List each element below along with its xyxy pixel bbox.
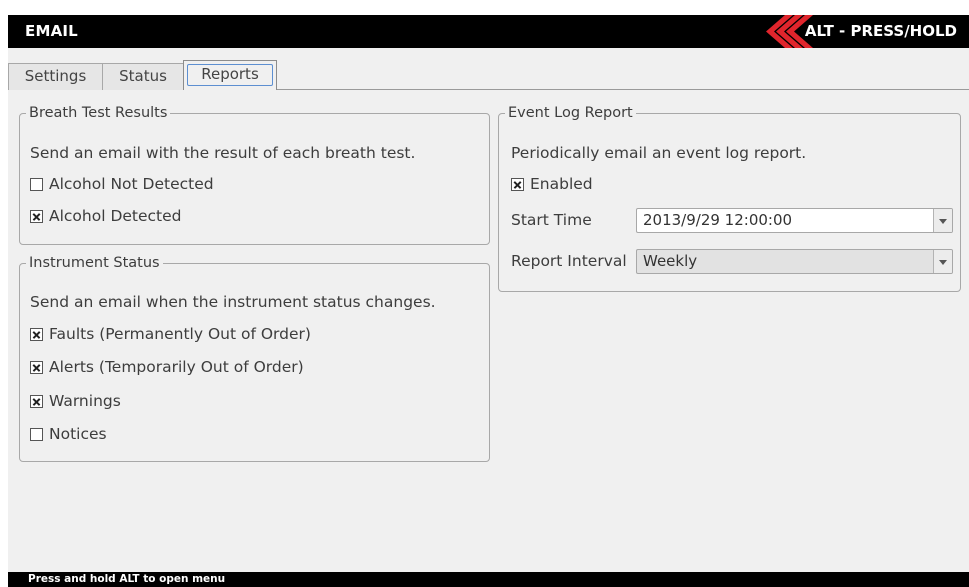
faults-checkbox[interactable]: Faults (Permanently Out of Order) xyxy=(30,325,311,343)
enabled-label: Enabled xyxy=(530,175,593,193)
alt-press-hold-hint[interactable]: ALT - PRESS/HOLD xyxy=(805,22,957,40)
menu-hint: Press and hold ALT to open menu xyxy=(28,573,226,585)
notices-checkbox[interactable]: Notices xyxy=(30,425,107,443)
alerts-label: Alerts (Temporarily Out of Order) xyxy=(49,358,304,376)
breath-test-description: Send an email with the result of each br… xyxy=(30,144,416,162)
tab-status[interactable]: Status xyxy=(102,63,184,90)
title-bar: EMAIL ALT - PRESS/HOLD xyxy=(8,15,969,48)
checkbox-box-checked xyxy=(30,360,43,374)
email-screen: EMAIL ALT - PRESS/HOLD Settings Status R… xyxy=(8,15,969,587)
page-title: EMAIL xyxy=(25,22,78,40)
tab-reports[interactable]: Reports xyxy=(183,60,277,90)
report-interval-value: Weekly xyxy=(643,252,698,270)
alcohol-not-detected-checkbox[interactable]: Alcohol Not Detected xyxy=(30,175,214,193)
warnings-checkbox[interactable]: Warnings xyxy=(30,392,121,410)
start-time-value: 2013/9/29 12:00:00 xyxy=(643,211,793,229)
checkbox-box-checked xyxy=(30,209,43,223)
warnings-label: Warnings xyxy=(49,392,121,410)
breath-test-results-title: Breath Test Results xyxy=(29,105,168,121)
tab-reports-label: Reports xyxy=(187,64,273,86)
alcohol-not-detected-label: Alcohol Not Detected xyxy=(49,175,214,193)
start-time-label: Start Time xyxy=(511,211,592,229)
notices-label: Notices xyxy=(49,425,107,443)
status-bar: Press and hold ALT to open menu xyxy=(8,572,969,587)
report-interval-label: Report Interval xyxy=(511,252,627,270)
checkbox-box xyxy=(30,427,43,441)
checkbox-box-checked xyxy=(30,327,43,341)
instrument-status-title: Instrument Status xyxy=(29,255,160,271)
alcohol-detected-checkbox[interactable]: Alcohol Detected xyxy=(30,207,182,225)
report-interval-dropdown[interactable]: Weekly xyxy=(636,249,953,274)
alcohol-detected-label: Alcohol Detected xyxy=(49,207,182,225)
event-log-enabled-checkbox[interactable]: Enabled xyxy=(511,175,593,193)
chevron-down-icon[interactable] xyxy=(933,209,952,232)
checkbox-box-checked xyxy=(511,177,524,191)
tab-settings[interactable]: Settings xyxy=(8,63,103,90)
faults-label: Faults (Permanently Out of Order) xyxy=(49,325,311,343)
event-log-description: Periodically email an event log report. xyxy=(511,144,807,162)
checkbox-box-checked xyxy=(30,394,43,408)
checkbox-box xyxy=(30,177,43,191)
event-log-report-title: Event Log Report xyxy=(508,105,633,121)
tab-bar: Settings Status Reports xyxy=(8,60,969,90)
instrument-status-description: Send an email when the instrument status… xyxy=(30,293,436,311)
start-time-dropdown[interactable]: 2013/9/29 12:00:00 xyxy=(636,208,953,233)
chevron-down-icon[interactable] xyxy=(933,250,952,273)
alerts-checkbox[interactable]: Alerts (Temporarily Out of Order) xyxy=(30,358,304,376)
